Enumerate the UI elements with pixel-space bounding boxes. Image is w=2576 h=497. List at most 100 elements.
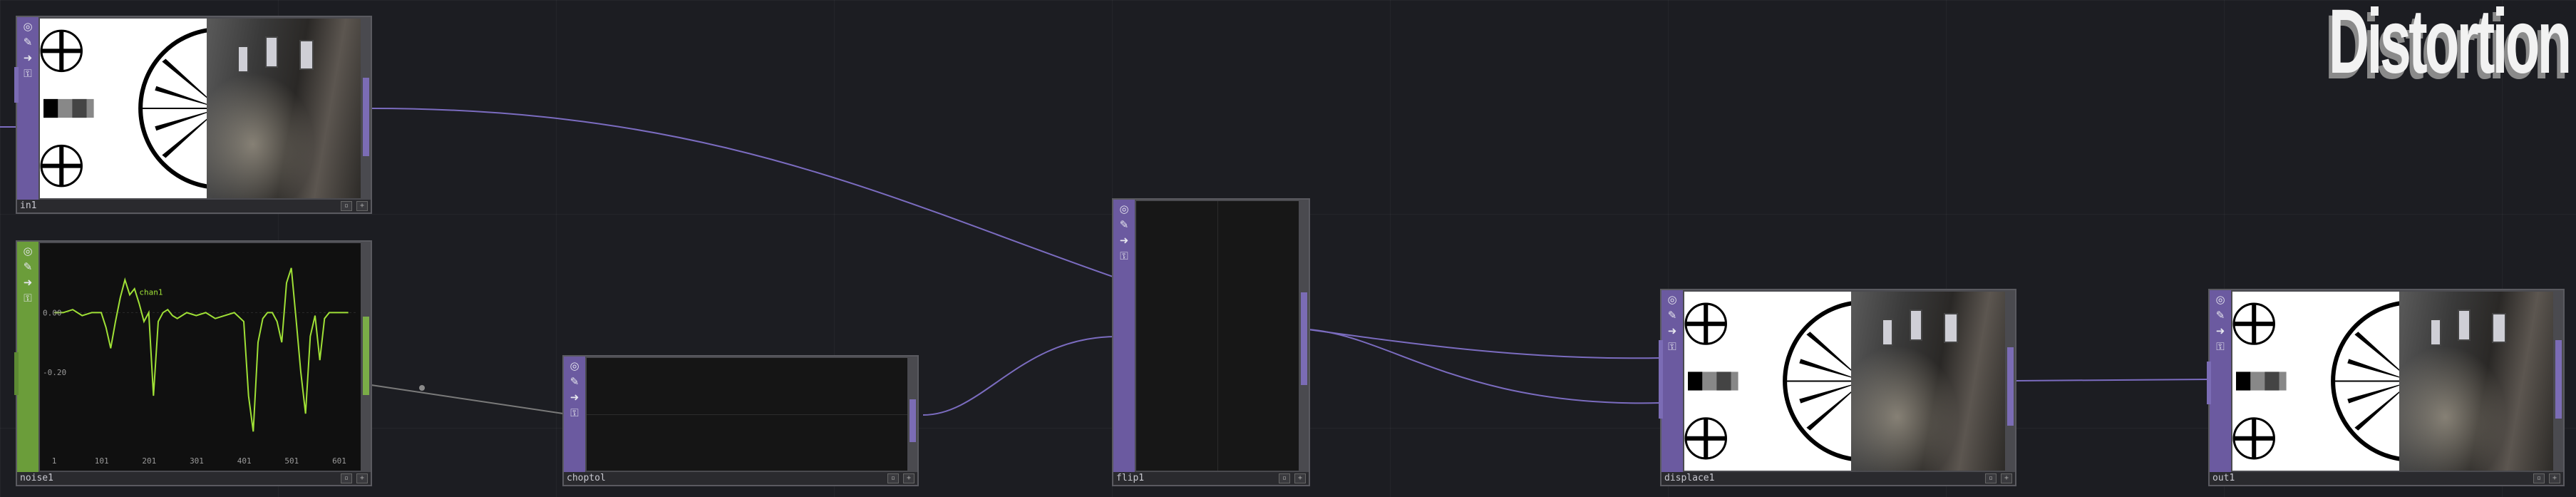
target-icon[interactable]: ◎ <box>567 359 582 372</box>
test-pattern <box>2232 292 2412 471</box>
target-icon[interactable]: ◎ <box>1117 203 1131 215</box>
node-strip: ◎ ✎ ➜ ⚿ <box>17 17 38 200</box>
bypass-flag[interactable]: + <box>356 473 368 483</box>
arrow-right-icon[interactable]: ➜ <box>1117 234 1131 247</box>
node-label: out1 ▫ + <box>2210 472 2563 485</box>
lock-icon[interactable]: ⚿ <box>567 406 582 419</box>
y-tick-label: 0.00 <box>43 308 62 317</box>
node-displace1[interactable]: ◎ ✎ ➜ ⚿ displace1 ▫ + <box>1659 289 2016 486</box>
input-connector[interactable] <box>14 67 19 103</box>
x-tick-label: 401 <box>237 456 252 466</box>
arrow-right-icon[interactable]: ➜ <box>2213 324 2227 337</box>
output-connector[interactable] <box>363 78 369 156</box>
node-name: out1 <box>2212 473 2235 483</box>
input-connector[interactable] <box>2207 362 2211 404</box>
photo-image <box>2399 292 2553 471</box>
arrow-right-icon[interactable]: ➜ <box>1665 324 1679 337</box>
node-strip: ◎ ✎ ➜ ⚿ <box>564 357 585 472</box>
node-label: noise1 ▫ + <box>17 472 371 485</box>
node-out1[interactable]: ◎ ✎ ➜ ⚿ out1 ▫ + <box>2207 289 2565 486</box>
pin-icon[interactable]: ✎ <box>1665 309 1679 322</box>
arrow-right-icon[interactable]: ➜ <box>21 276 35 289</box>
pin-icon[interactable]: ✎ <box>2213 309 2227 322</box>
wire-noise1-to-choptoi <box>371 384 564 414</box>
node-name: noise1 <box>20 473 53 483</box>
x-tick-label: 501 <box>284 456 299 466</box>
node-flags: ▫ + <box>1985 473 2012 483</box>
node-viewer <box>1136 201 1299 471</box>
bypass-flag[interactable]: + <box>903 473 915 483</box>
bypass-flag[interactable]: + <box>2001 473 2012 483</box>
wire-midpoint-dot <box>419 385 425 391</box>
viewer-flag[interactable]: ▫ <box>1985 473 1997 483</box>
node-viewer <box>587 358 907 471</box>
node-noise1[interactable]: ◎ ✎ ➜ ⚿ chan1 0.00 -0.20 1 101 201 301 401 501 60… <box>14 240 372 486</box>
wire-flip1-to-displace1-a <box>1307 329 1661 359</box>
arrow-right-icon[interactable]: ➜ <box>567 391 582 404</box>
output-connector[interactable] <box>910 399 916 442</box>
pin-icon[interactable]: ✎ <box>1117 218 1131 231</box>
lock-icon[interactable]: ⚿ <box>21 67 35 80</box>
wire-choptoi-to-flip1 <box>922 336 1118 416</box>
viewer-flag[interactable]: ▫ <box>341 201 352 211</box>
viewer-flag[interactable]: ▫ <box>2533 473 2545 483</box>
lock-icon[interactable]: ⚿ <box>2213 340 2227 353</box>
lock-icon[interactable]: ⚿ <box>21 292 35 304</box>
output-connector[interactable] <box>2555 340 2562 419</box>
x-tick-label: 1 <box>52 456 57 466</box>
node-strip: ◎ ✎ ➜ ⚿ <box>2210 290 2231 472</box>
node-name: choptol <box>567 473 606 483</box>
node-label: displace1 ▫ + <box>1661 472 2015 485</box>
bypass-flag[interactable]: + <box>2549 473 2560 483</box>
x-tick-label: 601 <box>332 456 346 466</box>
arrow-right-icon[interactable]: ➜ <box>21 51 35 64</box>
viewer-flag[interactable]: ▫ <box>341 473 352 483</box>
x-tick-label: 101 <box>95 456 109 466</box>
node-flags: ▫ + <box>2533 473 2560 483</box>
node-strip: ◎ ✎ ➜ ⚿ <box>1113 200 1135 472</box>
wire-flip1-to-displace1-b <box>1307 329 1661 404</box>
lock-icon[interactable]: ⚿ <box>1117 250 1131 262</box>
node-viewer <box>1684 292 2005 471</box>
test-pattern <box>40 19 220 198</box>
node-flip1[interactable]: ◎ ✎ ➜ ⚿ flip1 ▫ + <box>1112 198 1310 486</box>
node-label: choptol ▫ + <box>564 472 917 485</box>
node-viewer <box>40 19 361 198</box>
target-icon[interactable]: ◎ <box>21 245 35 257</box>
series-line-chan1 <box>54 267 349 432</box>
bypass-flag[interactable]: + <box>1294 473 1306 483</box>
output-connector[interactable] <box>363 317 369 395</box>
node-flags: ▫ + <box>1279 473 1306 483</box>
bypass-flag[interactable]: + <box>356 201 368 211</box>
pin-icon[interactable]: ✎ <box>21 260 35 273</box>
node-flags: ▫ + <box>341 473 368 483</box>
test-pattern <box>1684 292 1864 471</box>
y-tick-label: -0.20 <box>43 368 66 377</box>
target-icon[interactable]: ◎ <box>1665 293 1679 306</box>
input-connector[interactable] <box>14 352 19 395</box>
node-strip: ◎ ✎ ➜ ⚿ <box>1661 290 1683 472</box>
node-name: flip1 <box>1116 473 1145 483</box>
node-flags: ▫ + <box>887 473 915 483</box>
viewer-flag[interactable]: ▫ <box>1279 473 1290 483</box>
pin-icon[interactable]: ✎ <box>21 36 35 48</box>
target-icon[interactable]: ◎ <box>21 20 35 33</box>
node-choptoi[interactable]: ◎ ✎ ➜ ⚿ choptol ▫ + <box>562 355 919 486</box>
node-label: in1 ▫ + <box>17 200 371 212</box>
lock-icon[interactable]: ⚿ <box>1665 340 1679 353</box>
target-icon[interactable]: ◎ <box>2213 293 2227 306</box>
photo-image <box>207 19 361 198</box>
node-viewer <box>2232 292 2553 471</box>
photo-image <box>1851 292 2005 471</box>
wire-displace1-to-out1 <box>2015 379 2210 381</box>
output-connector[interactable] <box>1301 292 1307 385</box>
wire-in1-to-flip1 <box>371 108 1118 279</box>
input-connector[interactable] <box>1659 340 1663 419</box>
node-name: in1 <box>20 200 37 211</box>
node-flags: ▫ + <box>341 201 368 211</box>
viewer-flag[interactable]: ▫ <box>887 473 899 483</box>
noise-chart: chan1 0.00 -0.20 1 101 201 301 401 501 601 <box>43 267 358 466</box>
node-in1[interactable]: ◎ ✎ ➜ ⚿ in1 ▫ + <box>14 16 372 214</box>
output-connector[interactable] <box>2007 347 2014 426</box>
pin-icon[interactable]: ✎ <box>567 375 582 388</box>
